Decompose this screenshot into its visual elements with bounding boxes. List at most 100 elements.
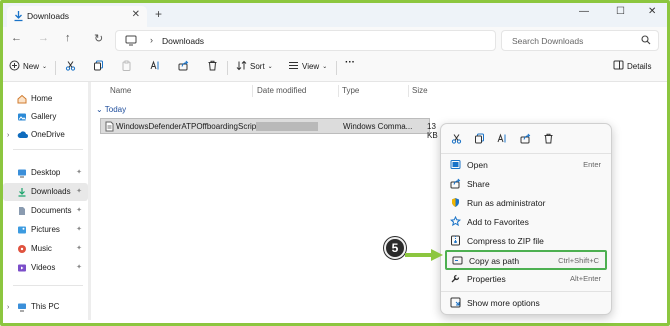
pin-icon[interactable]: ✦ bbox=[76, 168, 82, 176]
details-pane-icon bbox=[613, 60, 624, 72]
column-header-date[interactable]: Date modified bbox=[257, 86, 306, 95]
script-file-icon bbox=[105, 121, 114, 134]
tab-downloads[interactable]: Downloads ✕ bbox=[7, 6, 147, 27]
menu-item-copy-as-path[interactable]: Copy as path Ctrl+Shift+C bbox=[445, 250, 607, 270]
share-icon[interactable] bbox=[520, 133, 531, 146]
close-window-button[interactable]: ✕ bbox=[648, 6, 656, 17]
sidebar-item-onedrive[interactable]: › OneDrive bbox=[3, 126, 88, 144]
menu-item-open[interactable]: Open Enter bbox=[445, 156, 607, 174]
back-button[interactable]: ← bbox=[11, 32, 22, 44]
sidebar-label: Music bbox=[31, 244, 52, 253]
column-separator[interactable] bbox=[252, 85, 253, 97]
tab-close-icon[interactable]: ✕ bbox=[132, 9, 140, 20]
new-tab-button[interactable]: + bbox=[155, 7, 162, 21]
copy-icon[interactable] bbox=[474, 133, 485, 146]
menu-item-label: Add to Favorites bbox=[467, 217, 529, 227]
chevron-down-icon: ⌄ bbox=[42, 64, 48, 70]
column-header-size[interactable]: Size bbox=[412, 86, 428, 95]
tab-title: Downloads bbox=[27, 11, 70, 21]
pin-icon[interactable]: ✦ bbox=[76, 244, 82, 252]
view-icon bbox=[288, 60, 299, 73]
up-button[interactable]: ↑ bbox=[65, 32, 71, 44]
rename-icon[interactable] bbox=[150, 60, 161, 71]
sidebar-label: OneDrive bbox=[31, 130, 65, 139]
pin-icon[interactable]: ✦ bbox=[76, 206, 82, 214]
music-icon bbox=[17, 244, 27, 256]
sidebar-item-music[interactable]: Music ✦ bbox=[3, 240, 88, 258]
sidebar-item-home[interactable]: Home bbox=[3, 90, 88, 108]
new-button[interactable]: New ⌄ bbox=[9, 60, 47, 73]
videos-icon bbox=[17, 263, 27, 275]
pin-icon[interactable]: ✦ bbox=[76, 263, 82, 271]
pin-icon[interactable]: ✦ bbox=[76, 187, 82, 195]
paste-icon[interactable] bbox=[121, 60, 132, 71]
menu-divider bbox=[441, 291, 611, 292]
menu-item-compress-to-zip[interactable]: Compress to ZIP file bbox=[445, 232, 607, 250]
address-bar[interactable]: › Downloads bbox=[115, 30, 496, 51]
search-box[interactable]: Search Downloads bbox=[501, 30, 659, 51]
breadcrumb-downloads[interactable]: Downloads bbox=[162, 36, 204, 46]
menu-item-show-more-options[interactable]: Show more options bbox=[445, 294, 607, 312]
menu-item-shortcut: Ctrl+Shift+C bbox=[558, 256, 599, 265]
column-separator[interactable] bbox=[338, 85, 339, 97]
sidebar-item-downloads[interactable]: Downloads ✦ bbox=[3, 183, 88, 201]
chevron-down-icon: ⌄ bbox=[322, 64, 328, 70]
sidebar-item-gallery[interactable]: Gallery bbox=[3, 108, 88, 126]
step-badge: 5 bbox=[384, 237, 406, 259]
redacted-date bbox=[256, 122, 318, 131]
details-label: Details bbox=[627, 61, 652, 71]
more-options-button[interactable]: ··· bbox=[345, 57, 355, 68]
pin-icon[interactable]: ✦ bbox=[76, 225, 82, 233]
menu-item-add-to-favorites[interactable]: Add to Favorites bbox=[445, 213, 607, 231]
sidebar-item-desktop[interactable]: Desktop ✦ bbox=[3, 164, 88, 182]
download-icon bbox=[13, 10, 24, 24]
column-header-type[interactable]: Type bbox=[342, 86, 359, 95]
navigation-bar: ← → ↑ ↻ › Downloads Search Downloads bbox=[3, 27, 667, 54]
chevron-right-icon[interactable]: › bbox=[7, 132, 9, 139]
file-row[interactable]: WindowsDefenderATPOffboardingScript... W… bbox=[100, 118, 438, 140]
sidebar-label: Pictures bbox=[31, 225, 60, 234]
view-button[interactable]: View ⌄ bbox=[288, 60, 327, 73]
more-options-icon bbox=[450, 297, 461, 310]
sidebar-item-documents[interactable]: Documents ✦ bbox=[3, 202, 88, 220]
menu-item-run-as-administrator[interactable]: Run as administrator bbox=[445, 194, 607, 212]
delete-icon[interactable] bbox=[207, 60, 218, 71]
menu-item-properties[interactable]: Properties Alt+Enter bbox=[445, 270, 607, 288]
chevron-right-icon[interactable]: › bbox=[7, 304, 9, 311]
column-separator[interactable] bbox=[408, 85, 409, 97]
details-button[interactable]: Details bbox=[613, 60, 651, 72]
menu-item-label: Copy as path bbox=[469, 256, 520, 266]
sidebar-item-this-pc[interactable]: › This PC bbox=[3, 298, 88, 316]
group-header-today[interactable]: ⌄ Today bbox=[96, 105, 126, 114]
toolbar-divider bbox=[336, 61, 337, 75]
menu-item-label: Show more options bbox=[467, 298, 540, 308]
refresh-button[interactable]: ↻ bbox=[94, 32, 103, 45]
cut-icon[interactable] bbox=[65, 60, 76, 71]
copy-icon[interactable] bbox=[93, 60, 104, 71]
cloud-icon bbox=[17, 130, 28, 141]
desktop-icon bbox=[17, 168, 27, 180]
sidebar-item-videos[interactable]: Videos ✦ bbox=[3, 259, 88, 277]
column-header-name[interactable]: Name bbox=[110, 86, 131, 95]
toolbar-divider bbox=[55, 61, 56, 75]
minimize-button[interactable]: — bbox=[579, 6, 589, 17]
maximize-button[interactable]: ☐ bbox=[616, 6, 625, 17]
search-icon bbox=[641, 35, 651, 47]
sidebar-label: Desktop bbox=[31, 168, 61, 177]
rename-icon[interactable] bbox=[497, 133, 508, 146]
sort-button[interactable]: Sort ⌄ bbox=[236, 60, 273, 73]
pc-icon bbox=[17, 302, 27, 314]
view-label: View bbox=[302, 62, 320, 71]
cut-icon[interactable] bbox=[451, 133, 462, 146]
menu-item-shortcut: Alt+Enter bbox=[569, 274, 601, 283]
delete-icon[interactable] bbox=[543, 133, 554, 146]
sidebar-scrollbar[interactable] bbox=[88, 82, 91, 320]
search-input[interactable]: Search Downloads bbox=[512, 36, 583, 46]
forward-button[interactable]: → bbox=[38, 32, 49, 44]
navigation-pane: Home Gallery › OneDrive Desktop ✦ Downlo… bbox=[3, 82, 88, 320]
menu-item-share[interactable]: Share bbox=[445, 175, 607, 193]
menu-item-label: Run as administrator bbox=[467, 198, 546, 208]
menu-item-label: Properties bbox=[467, 274, 506, 284]
sidebar-item-pictures[interactable]: Pictures ✦ bbox=[3, 221, 88, 239]
share-icon[interactable] bbox=[178, 60, 189, 71]
